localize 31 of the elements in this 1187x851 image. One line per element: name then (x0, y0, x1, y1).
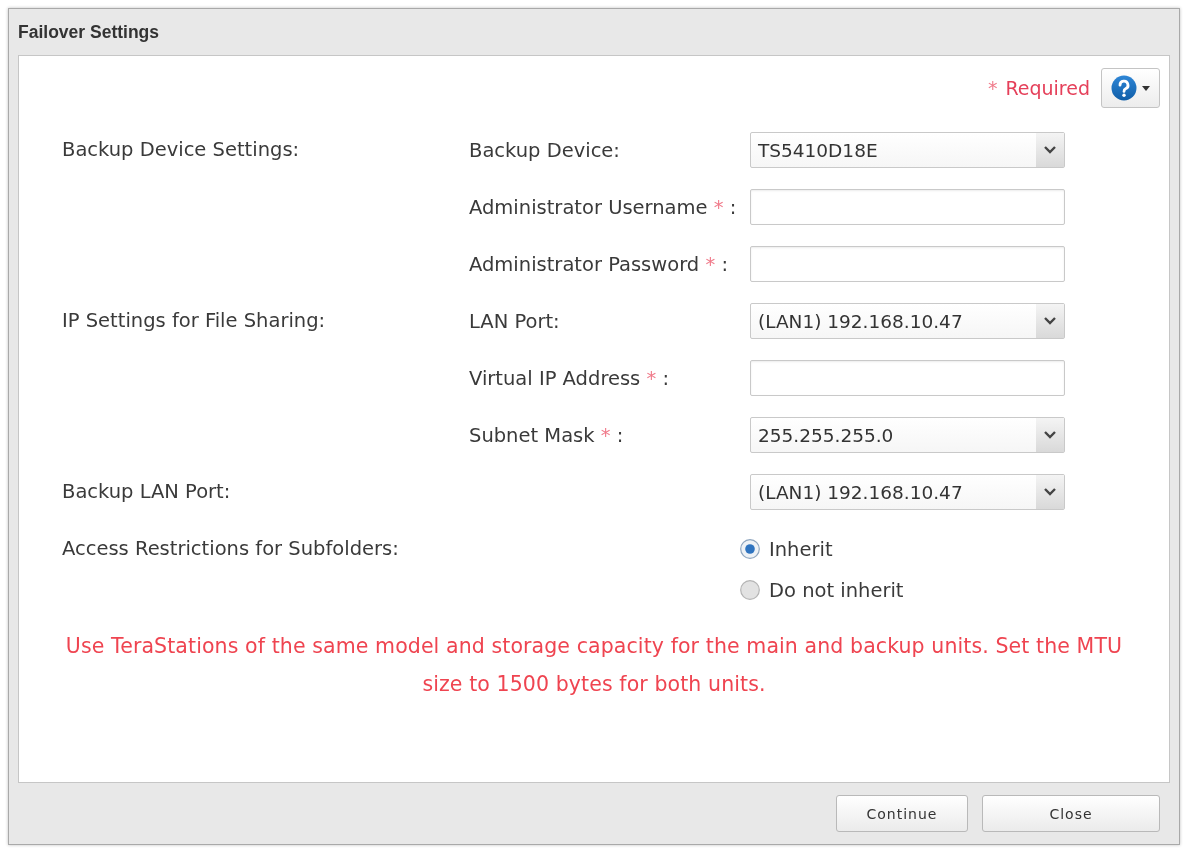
section-label: IP Settings for File Sharing: (62, 308, 326, 334)
field-label: Backup Device: (469, 138, 620, 162)
text-input[interactable] (750, 360, 1065, 396)
field-label: Virtual IP Address * : (469, 366, 670, 390)
dropdown-select[interactable]: (LAN1) 192.168.10.47 (750, 474, 1065, 510)
field-label: Administrator Username * : (469, 195, 737, 219)
dropdown-select[interactable]: TS5410D18E (750, 132, 1065, 168)
dropdown-select[interactable]: (LAN1) 192.168.10.47 (750, 303, 1065, 339)
help-icon (1111, 75, 1137, 101)
field-label: Subnet Mask * : (469, 423, 624, 447)
chevron-down-icon (1036, 475, 1064, 509)
chevron-down-icon (1036, 304, 1064, 338)
chevron-down-icon (1036, 418, 1064, 452)
text-input[interactable] (750, 189, 1065, 225)
field-label: LAN Port: (469, 309, 560, 333)
dialog-button[interactable]: Continue (836, 795, 968, 832)
text-input[interactable] (750, 246, 1065, 282)
help-button[interactable] (1101, 68, 1160, 108)
dropdown-select[interactable]: 255.255.255.0 (750, 417, 1065, 453)
section-label: Backup Device Settings: (62, 137, 300, 163)
notice-text: Use TeraStations of the same model and storage capacity for the main and backup units. Set the MTU size to 1500 bytes for both units. (64, 633, 1124, 698)
chevron-down-icon (1036, 133, 1064, 167)
caret-down-icon (1142, 85, 1150, 91)
radio-option[interactable]: Do not inherit (740, 572, 1065, 608)
window-title: Failover Settings (18, 21, 159, 43)
radio-option[interactable]: Inherit (740, 531, 1065, 567)
field-label: Administrator Password * : (469, 252, 728, 276)
required-legend: * Required (987, 77, 1090, 99)
section-label: Access Restrictions for Subfolders: (62, 536, 399, 562)
section-label: Backup LAN Port: (62, 479, 231, 505)
dialog-button[interactable]: Close (982, 795, 1160, 832)
